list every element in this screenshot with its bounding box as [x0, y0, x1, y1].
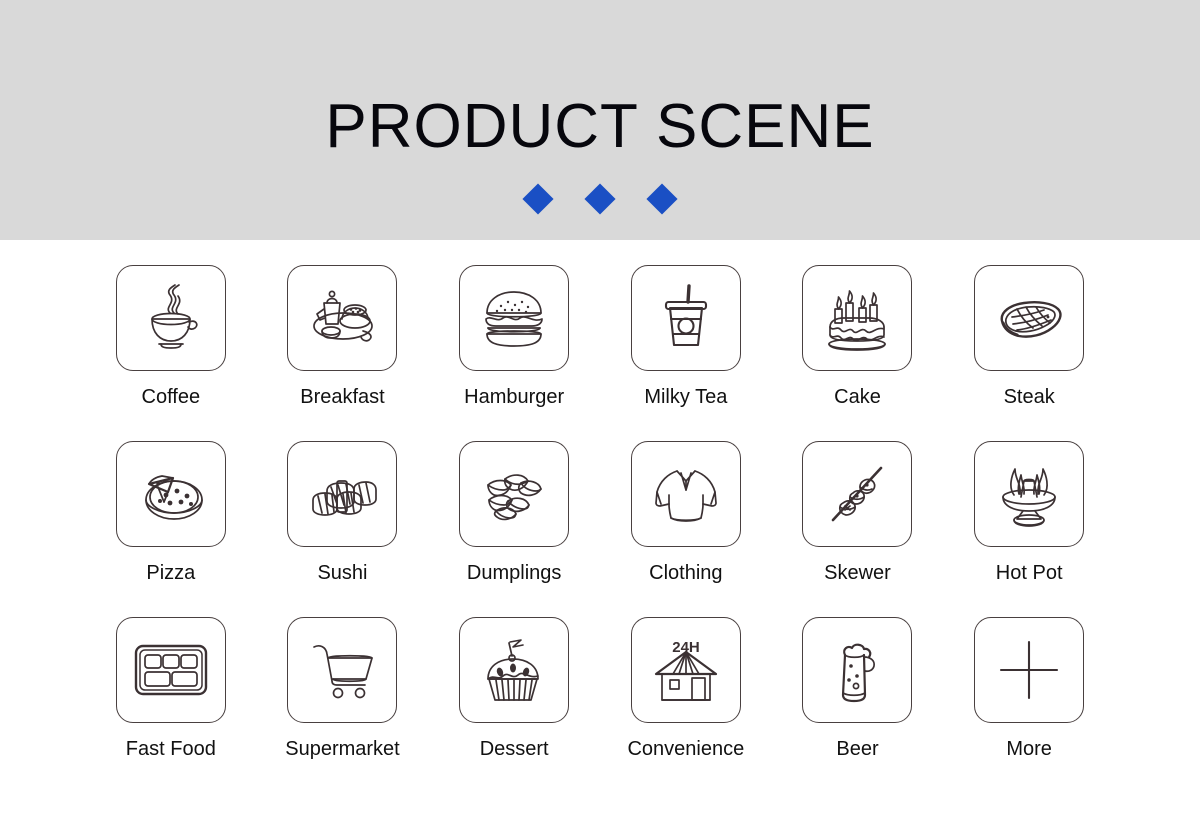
sushi-card[interactable] [287, 441, 398, 547]
coffee-card[interactable] [115, 265, 226, 371]
category-label: Hamburger [464, 386, 565, 408]
category-label: Hot Pot [995, 562, 1063, 584]
category-tile-hot-pot[interactable]: Hot Pot [954, 441, 1104, 617]
category-label: Clothing [649, 562, 723, 584]
hamburger-icon [485, 291, 544, 347]
diamond-1-icon [522, 183, 554, 215]
category-label: Skewer [824, 562, 891, 584]
category-label: Coffee [141, 386, 201, 408]
diamond-2-icon [584, 183, 616, 215]
steak-card[interactable] [974, 265, 1085, 371]
coffee-cup-icon [150, 284, 198, 349]
category-label: Dessert [479, 738, 549, 760]
category-tile-steak[interactable]: Steak [954, 265, 1104, 441]
supermarket-card[interactable] [287, 617, 398, 723]
category-tile-coffee[interactable]: Coffee [96, 265, 246, 441]
breakfast-tray-icon [313, 290, 374, 342]
dessert-card[interactable] [459, 617, 570, 723]
skewer-card[interactable] [802, 441, 913, 547]
category-label: Steak [1003, 386, 1055, 408]
category-label: Sushi [317, 562, 368, 584]
milky-tea-cup-icon [664, 284, 707, 347]
header-banner: PRODUCT SCENE [0, 0, 1200, 240]
category-tile-dumplings[interactable]: Dumplings [439, 441, 589, 617]
category-tile-supermarket[interactable]: Supermarket [267, 617, 417, 793]
category-label: Cake [834, 386, 881, 408]
category-label: Fast Food [125, 738, 216, 760]
diamond-divider [522, 183, 678, 215]
convenience-store-icon: 24H [654, 639, 717, 701]
category-tile-clothing[interactable]: Clothing [611, 441, 761, 617]
bento-box-icon [134, 644, 208, 696]
category-tile-more[interactable]: More [954, 617, 1104, 793]
diamond-3-icon [646, 183, 678, 215]
hamburger-card[interactable] [459, 265, 570, 371]
category-grid: Coffee Breakfast Hamburger Milky Tea Cak… [0, 240, 1200, 817]
cake-card[interactable] [802, 265, 913, 371]
category-label: Convenience [627, 738, 745, 760]
category-tile-milky-tea[interactable]: Milky Tea [611, 265, 761, 441]
hot-pot-card[interactable] [974, 441, 1085, 547]
category-tile-fast-food[interactable]: Fast Food [96, 617, 246, 793]
category-tile-cake[interactable]: Cake [782, 265, 932, 441]
category-tile-hamburger[interactable]: Hamburger [439, 265, 589, 441]
category-label: Beer [836, 738, 879, 760]
pizza-icon [144, 475, 203, 520]
steak-icon [1000, 301, 1062, 338]
more-card[interactable] [974, 617, 1085, 723]
category-label: Breakfast [300, 386, 385, 408]
shopping-cart-icon [313, 644, 374, 699]
fast-food-card[interactable] [115, 617, 226, 723]
sushi-icon [312, 480, 378, 516]
pizza-card[interactable] [115, 441, 226, 547]
hot-pot-icon [1002, 468, 1057, 527]
category-label: More [1006, 738, 1052, 760]
category-label: Dumplings [466, 562, 562, 584]
convenience-card[interactable]: 24H [630, 617, 741, 723]
dumplings-card[interactable] [459, 441, 570, 547]
beer-mug-icon [842, 643, 876, 703]
plus-icon [1000, 640, 1059, 700]
cupcake-icon [487, 639, 540, 701]
category-label: Pizza [146, 562, 196, 584]
skewer-icon [832, 466, 883, 522]
birthday-cake-icon [828, 290, 887, 351]
milky-tea-card[interactable] [630, 265, 741, 371]
category-tile-skewer[interactable]: Skewer [782, 441, 932, 617]
clothing-card[interactable] [630, 441, 741, 547]
dumplings-icon [487, 474, 543, 521]
category-tile-dessert[interactable]: Dessert [439, 617, 589, 793]
category-tile-sushi[interactable]: Sushi [267, 441, 417, 617]
breakfast-card[interactable] [287, 265, 398, 371]
product-scene-page: PRODUCT SCENE Coffee Breakfast Hamburger… [0, 0, 1200, 817]
category-tile-pizza[interactable]: Pizza [96, 441, 246, 617]
beer-card[interactable] [802, 617, 913, 723]
category-tile-breakfast[interactable]: Breakfast [267, 265, 417, 441]
page-title: PRODUCT SCENE [325, 92, 875, 161]
category-tile-beer[interactable]: Beer [782, 617, 932, 793]
category-tile-convenience[interactable]: 24H Convenience [611, 617, 761, 793]
category-label: Milky Tea [644, 386, 728, 408]
shirt-icon [654, 470, 717, 522]
category-label: Supermarket [285, 738, 400, 760]
